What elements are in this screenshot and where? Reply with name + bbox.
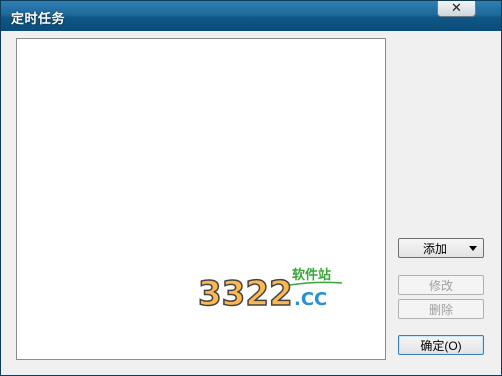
- add-button[interactable]: 添加: [398, 238, 484, 258]
- dialog-body: 添加 修改 删除 确定(O): [7, 31, 495, 371]
- scheduled-tasks-dialog: 定时任务 ✕ 添加 修改 删除 确定(O) 3322 .CC 软件站: [0, 0, 502, 376]
- watermark-suffix: .CC: [294, 289, 327, 310]
- task-list[interactable]: [16, 38, 386, 360]
- window-title: 定时任务: [11, 12, 66, 27]
- watermark-tagline: 软件站: [292, 267, 331, 283]
- edit-button[interactable]: 修改: [398, 275, 484, 295]
- add-button-label: 添加: [423, 241, 448, 256]
- close-icon: ✕: [451, 0, 462, 16]
- watermark-logo: 3322 .CC 软件站: [197, 267, 343, 311]
- title-bar[interactable]: 定时任务 ✕: [1, 1, 501, 31]
- close-button[interactable]: ✕: [437, 1, 476, 17]
- watermark-number: 3322: [198, 274, 293, 311]
- delete-button[interactable]: 删除: [398, 299, 484, 319]
- ok-button[interactable]: 确定(O): [398, 335, 484, 355]
- dropdown-arrow-icon: [469, 246, 477, 251]
